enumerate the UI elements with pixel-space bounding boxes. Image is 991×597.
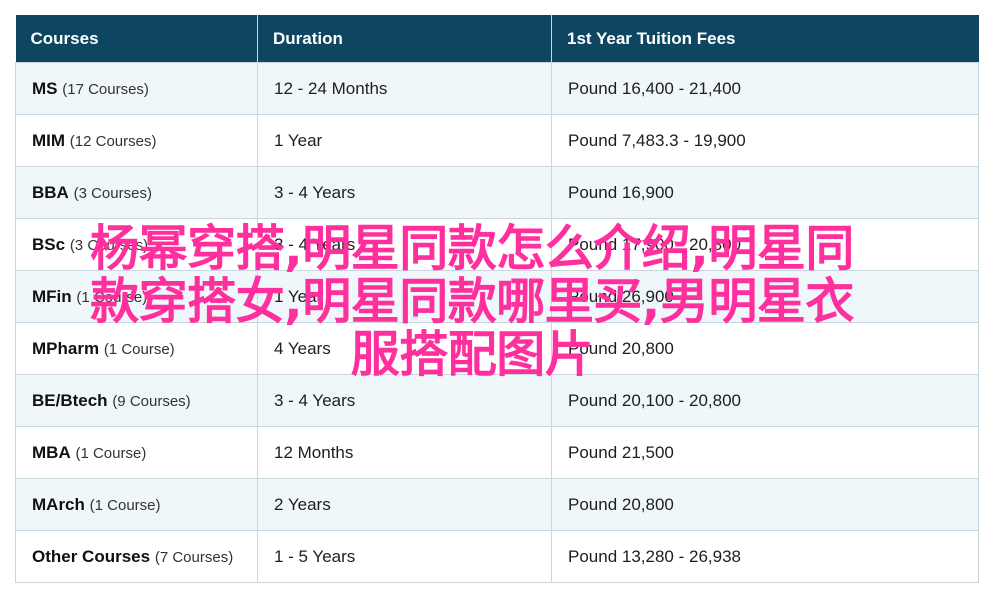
course-count: (1 Course) — [75, 444, 147, 462]
duration-cell: 12 Months — [257, 426, 552, 479]
course-cell: MBA (1 Course) — [15, 426, 258, 479]
watermark-overlay-text: 杨幂穿搭,明星同款怎么介绍,明星同 款穿搭女,明星同款哪里买,男明星衣 服搭配图… — [22, 222, 922, 381]
header-courses: Courses — [15, 15, 258, 63]
duration-cell: 3 - 4 Years — [257, 166, 552, 219]
course-count: (1 Course) — [89, 496, 161, 514]
course-name: MIM — [32, 130, 66, 150]
table-header-row: Courses Duration 1st Year Tuition Fees — [15, 15, 979, 63]
course-cell: MS (17 Courses) — [15, 62, 258, 115]
course-name: BE/Btech — [32, 390, 108, 410]
tuition-fees-cell: Pound 13,280 - 26,938 — [551, 530, 979, 583]
course-name: MBA — [32, 442, 71, 462]
table-row: MArch (1 Course) 2 Years Pound 20,800 — [15, 478, 979, 531]
course-cell: BBA (3 Courses) — [15, 166, 258, 219]
table-row: MIM (12 Courses) 1 Year Pound 7,483.3 - 19… — [15, 114, 979, 167]
course-name: MArch — [32, 494, 85, 514]
duration-cell: 12 - 24 Months — [257, 62, 552, 115]
header-duration: Duration — [257, 15, 552, 63]
course-name: MS — [32, 78, 58, 98]
overlay-line: 款穿搭女,明星同款哪里买,男明星衣 — [90, 273, 854, 330]
duration-cell: 2 Years — [257, 478, 552, 531]
duration-cell: 1 Year — [257, 114, 552, 167]
header-tuition-fees: 1st Year Tuition Fees — [551, 15, 979, 63]
course-name: Other Courses — [32, 546, 151, 566]
table-row: Other Courses (7 Courses) 1 - 5 Years Poun… — [15, 530, 979, 583]
course-name: BBA — [32, 182, 69, 202]
table-row: MBA (1 Course) 12 Months Pound 21,500 — [15, 426, 979, 479]
course-count: (17 Courses) — [62, 80, 149, 98]
overlay-line: 服搭配图片 — [350, 326, 594, 383]
course-cell: BE/Btech (9 Courses) — [15, 374, 258, 427]
course-count: (9 Courses) — [112, 392, 191, 410]
table-row: BBA (3 Courses) 3 - 4 Years Pound 16,900 — [15, 166, 979, 219]
tuition-fees-cell: Pound 16,400 - 21,400 — [551, 62, 979, 115]
course-count: (12 Courses) — [69, 132, 157, 150]
duration-cell: 1 - 5 Years — [257, 530, 552, 583]
tuition-fees-cell: Pound 21,500 — [551, 426, 979, 479]
tuition-fees-cell: Pound 20,100 - 20,800 — [551, 374, 979, 427]
course-count: (3 Courses) — [73, 184, 152, 202]
table-row: MS (17 Courses) 12 - 24 Months Pound 16,40… — [15, 62, 979, 115]
course-cell: MIM (12 Courses) — [15, 114, 258, 167]
overlay-line: 杨幂穿搭,明星同款怎么介绍,明星同 — [90, 220, 854, 277]
course-cell: Other Courses (7 Courses) — [15, 530, 258, 583]
course-cell: MArch (1 Course) — [15, 478, 258, 531]
tuition-fees-cell: Pound 20,800 — [551, 478, 979, 531]
course-count: (7 Courses) — [154, 548, 234, 566]
tuition-fees-cell: Pound 7,483.3 - 19,900 — [551, 114, 979, 167]
tuition-fees-cell: Pound 16,900 — [551, 166, 979, 219]
